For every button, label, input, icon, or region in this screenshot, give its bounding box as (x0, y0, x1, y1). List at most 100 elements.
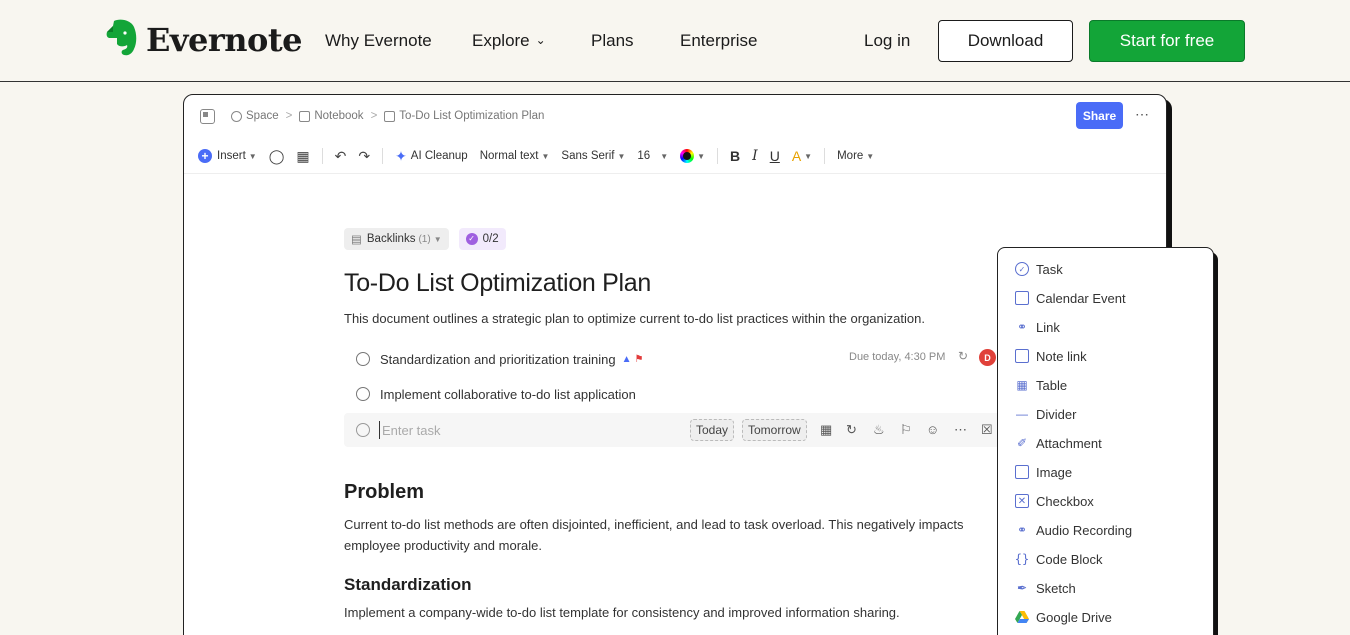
breadcrumb-note[interactable]: To-Do List Optimization Plan (399, 110, 544, 122)
more-options-icon[interactable]: ⋯ (954, 422, 967, 438)
menu-item-link[interactable]: ⚭ Link (1015, 317, 1060, 337)
bold-icon[interactable]: B (730, 148, 740, 164)
space-icon (231, 110, 242, 122)
start-for-free-button[interactable]: Start for free (1089, 20, 1245, 62)
task-check-icon[interactable]: ◯ (269, 148, 285, 165)
text-style-dropdown[interactable]: Normal text ▼ (480, 150, 550, 162)
highlight-picker[interactable]: A ▼ (792, 148, 812, 164)
standardization-heading: Standardization (344, 575, 472, 594)
font-dropdown[interactable]: Sans Serif ▼ (561, 150, 625, 162)
menu-item-task[interactable]: ✓ Task (1015, 259, 1063, 279)
flag-icon[interactable]: ⚐ (900, 422, 912, 438)
sketch-icon: ✒ (1016, 581, 1028, 595)
italic-icon[interactable]: I (752, 148, 758, 164)
due-tomorrow-button[interactable]: Tomorrow (742, 419, 807, 441)
breadcrumb: Space > Notebook > To-Do List Optimizati… (200, 108, 544, 124)
link-icon: ⚭ (1016, 320, 1028, 334)
menu-item-note-link[interactable]: Note link (1015, 346, 1087, 366)
redo-icon[interactable]: ↷ (358, 148, 370, 165)
note-link-icon (1015, 349, 1029, 363)
task-item: Implement collaborative to-do list appli… (356, 384, 636, 404)
toolbar-divider (824, 148, 826, 164)
repeat-icon[interactable]: ↻ (846, 422, 857, 438)
menu-item-image[interactable]: Image (1015, 462, 1072, 482)
reminder-bell-icon[interactable]: ♨ (873, 422, 885, 438)
task-label[interactable]: Implement collaborative to-do list appli… (380, 387, 636, 402)
menu-item-checkbox[interactable]: ✕ Checkbox (1015, 491, 1094, 511)
menu-item-code-block[interactable]: {} Code Block (1015, 549, 1103, 569)
chevron-down-icon: ▼ (660, 151, 669, 161)
evernote-logo[interactable]: Evernote (104, 18, 302, 62)
nav-enterprise[interactable]: Enterprise (680, 31, 757, 51)
check-circle-icon: ✓ (1015, 262, 1029, 276)
breadcrumb-notebook[interactable]: Notebook (314, 110, 363, 122)
collapse-sidebar-icon[interactable] (200, 108, 215, 124)
note-meta-row: ▤ Backlinks (1) ▼ ✓ 0/2 (344, 228, 516, 250)
nav-plans[interactable]: Plans (591, 31, 634, 51)
task-checkbox[interactable] (356, 352, 370, 366)
menu-item-label: Checkbox (1036, 493, 1094, 509)
menu-item-label: Image (1036, 464, 1073, 480)
breadcrumb-space[interactable]: Space (246, 110, 279, 122)
more-dropdown[interactable]: More ▼ (837, 150, 874, 162)
more-label: More (837, 150, 864, 162)
nav-explore[interactable]: Explore ⌄ (472, 31, 546, 51)
task-checkbox[interactable] (356, 387, 370, 401)
menu-item-google-drive[interactable]: Google Drive (1015, 607, 1112, 627)
note-icon (384, 110, 396, 122)
new-task-input[interactable] (379, 421, 579, 439)
chevron-down-icon: ▼ (866, 151, 875, 161)
assignee-avatar[interactable]: D (979, 349, 996, 366)
chevron-down-icon: ▼ (248, 151, 257, 161)
calendar-icon (1015, 291, 1029, 305)
problem-paragraph: Current to-do list methods are often dis… (344, 517, 964, 553)
backlinks-count: (1) (418, 233, 431, 245)
paperclip-icon: ✐ (1016, 436, 1028, 450)
underline-icon[interactable]: U (770, 148, 780, 164)
chevron-down-icon: ▼ (697, 151, 706, 161)
menu-item-label: Note link (1036, 348, 1087, 364)
menu-item-attachment[interactable]: ✐ Attachment (1015, 433, 1102, 453)
login-link[interactable]: Log in (864, 31, 910, 51)
task-progress-chip[interactable]: ✓ 0/2 (458, 228, 506, 250)
standardization-paragraph: Implement a company-wide to-do list temp… (344, 605, 900, 620)
chevron-down-icon: ⌄ (535, 33, 546, 47)
ai-cleanup-button[interactable]: ✦ AI Cleanup (395, 148, 468, 165)
menu-item-divider[interactable]: — Divider (1015, 404, 1076, 424)
menu-item-sketch[interactable]: ✒ Sketch (1015, 578, 1076, 598)
formatting-toolbar: + Insert ▼ ◯ ▦ ↶ ↷ ✦ AI Cleanup Normal text… (198, 145, 886, 167)
menu-item-audio-recording[interactable]: ⚭ Audio Recording (1015, 520, 1132, 540)
plus-icon: + (198, 149, 212, 163)
repeat-icon[interactable]: ↻ (958, 349, 968, 363)
checkbox-icon: ✕ (1015, 494, 1029, 508)
toolbar-divider (321, 148, 323, 164)
insert-menu: ✓ Task Calendar Event ⚭ Link Note link ▦ Ta… (997, 247, 1214, 635)
document-icon: ▤ (351, 234, 362, 246)
insert-button[interactable]: + Insert ▼ (198, 149, 257, 163)
task-due-date[interactable]: Due today, 4:30 PM (849, 351, 945, 363)
assign-user-icon[interactable]: ☺ (926, 422, 939, 437)
menu-item-calendar-event[interactable]: Calendar Event (1015, 288, 1126, 308)
share-button[interactable]: Share (1076, 102, 1123, 129)
note-title[interactable]: To-Do List Optimization Plan (344, 269, 651, 298)
menu-item-table[interactable]: ▦ Table (1015, 375, 1067, 395)
task-label[interactable]: Standardization and prioritization train… (380, 352, 616, 367)
more-options-icon[interactable]: ⋯ (1135, 106, 1150, 123)
text-color-picker[interactable]: ▼ (680, 149, 705, 163)
flag-icon: ⚑ (634, 353, 644, 365)
nav-explore-label: Explore (472, 31, 530, 50)
download-button[interactable]: Download (938, 20, 1073, 62)
nav-why-evernote[interactable]: Why Evernote (325, 31, 432, 51)
brand-name: Evernote (146, 21, 302, 59)
backlinks-label: Backlinks (366, 233, 416, 245)
font-size-dropdown[interactable]: 16 ▼ (637, 150, 668, 162)
undo-icon[interactable]: ↶ (335, 148, 347, 165)
ai-cleanup-label: AI Cleanup (410, 150, 468, 162)
calendar-icon[interactable]: ▦ (820, 422, 832, 438)
due-today-button[interactable]: Today (690, 419, 735, 441)
trash-icon[interactable]: ☒ (981, 422, 993, 438)
menu-item-label: Attachment (1036, 435, 1102, 451)
calendar-icon[interactable]: ▦ (296, 148, 309, 165)
task-checkbox[interactable] (356, 423, 370, 437)
backlinks-chip[interactable]: ▤ Backlinks (1) ▼ (344, 228, 449, 250)
